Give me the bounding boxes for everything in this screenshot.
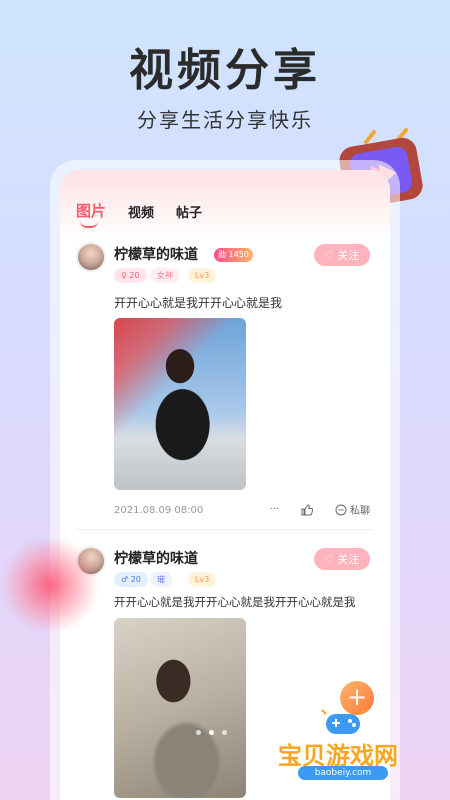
post-photo[interactable] xyxy=(114,318,246,490)
carousel-dot[interactable] xyxy=(209,730,214,735)
follow-label: 关注 xyxy=(337,553,360,566)
tab-videos[interactable]: 视频 xyxy=(128,202,154,221)
post-photo[interactable] xyxy=(114,618,246,798)
chat-button[interactable]: 私聊 xyxy=(335,502,370,517)
avatar[interactable] xyxy=(76,242,106,272)
username[interactable]: 柠檬草的味道 xyxy=(114,244,198,264)
chat-label: 私聊 xyxy=(350,506,370,517)
hero-title: 视频分享 xyxy=(129,45,321,96)
heart-decoration xyxy=(0,540,100,630)
gamepad-icon xyxy=(321,709,365,734)
likes-tag: ♀ 20 xyxy=(114,268,147,283)
watermark-url: baobeiy.com xyxy=(298,766,388,780)
tab-header: 图片 视频 帖子 xyxy=(60,170,390,240)
more-button[interactable]: ··· xyxy=(269,504,279,515)
likes-count: 20 xyxy=(129,271,140,280)
carousel-dots xyxy=(196,730,227,735)
post-text: 开开心心就是我开开心心就是我开开心心就是我 xyxy=(114,595,356,609)
tab-images-label: 图片 xyxy=(76,202,107,220)
tab-posts[interactable]: 帖子 xyxy=(176,202,202,221)
chat-bubble-icon xyxy=(335,504,347,515)
level-tag: Lv3 xyxy=(188,268,217,283)
heart-outline-icon: ♡ xyxy=(324,248,335,262)
carousel-dot[interactable] xyxy=(196,730,201,735)
post-date: 2021.08.09 08:00 xyxy=(114,505,204,516)
post-text: 开开心心就是我开开心心就是我 xyxy=(114,296,283,310)
carousel-dot[interactable] xyxy=(222,730,227,735)
username[interactable]: 柠檬草的味道 xyxy=(114,548,198,568)
tab-posts-label: 帖子 xyxy=(176,206,203,221)
heart-outline-icon: ♡ xyxy=(324,552,335,566)
follow-button[interactable]: ♡ 关注 xyxy=(314,548,370,570)
post-card: 柠檬草的味道 勋 1450 ♀ 20 女神 Lv3 ♡ 关注 开开心心就是我开开… xyxy=(60,240,390,530)
likes-tag: ♂ 20 xyxy=(114,572,148,587)
level-tag: Lv3 xyxy=(188,572,217,587)
like-button[interactable] xyxy=(301,503,313,516)
follow-button[interactable]: ♡ 关注 xyxy=(314,244,370,266)
tab-bar: 图片 视频 帖子 xyxy=(76,200,202,228)
post-divider xyxy=(76,529,374,530)
more-icon: ··· xyxy=(269,504,279,515)
post-actions: ··· 私聊 xyxy=(269,502,370,517)
likes-count: 20 xyxy=(130,575,141,584)
follow-label: 关注 xyxy=(337,249,360,262)
tab-videos-label: 视频 xyxy=(128,206,155,221)
thumbs-up-icon xyxy=(301,503,313,515)
rank-badge: 勋 1450 xyxy=(214,248,253,262)
title-tag: 璀 xyxy=(150,572,172,587)
title-tag: 女神 xyxy=(150,268,180,283)
tab-images[interactable]: 图片 xyxy=(76,200,107,228)
tab-active-indicator xyxy=(80,221,98,228)
